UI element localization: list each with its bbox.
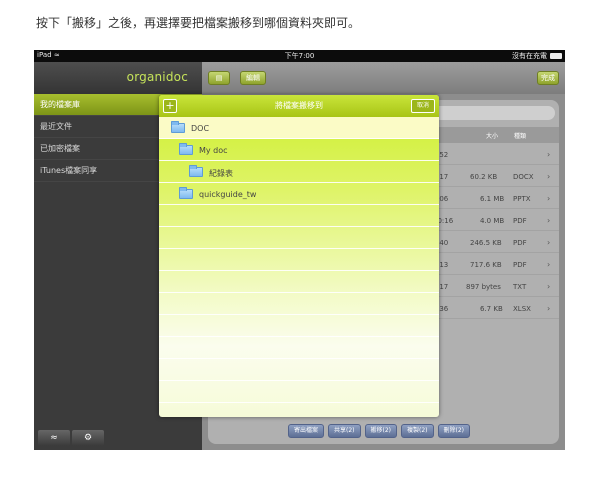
row-type: XLSX [513, 305, 531, 313]
column-type: 種類 [514, 133, 527, 140]
row-size: 6.7 KB [480, 305, 503, 313]
empty-row [159, 271, 439, 293]
main-toolbar: ▤ 編輯 完成 [202, 62, 565, 94]
copy-button[interactable]: 複製(2) [401, 424, 434, 438]
done-button[interactable]: 完成 [537, 71, 559, 85]
empty-row [159, 205, 439, 227]
empty-row [159, 381, 439, 403]
charging-status: 沒有在充電 [512, 52, 547, 60]
column-size: 大小 [486, 133, 499, 140]
view-toggle-button[interactable]: ▤ [208, 71, 230, 85]
row-size: 6.1 MB [480, 195, 505, 203]
row-type: TXT [513, 283, 527, 291]
sidebar-header: organidoc [34, 62, 202, 94]
row-type: PDF [513, 239, 527, 247]
move-button[interactable]: 搬移(2) [364, 424, 398, 438]
dialog-header: + 將檔案搬移到 取消 [159, 95, 439, 117]
folder-icon [171, 121, 185, 133]
row-size: 717.6 KB [470, 261, 502, 269]
battery-icon [550, 53, 562, 59]
folder-item-records[interactable]: 紀錄表 [159, 161, 439, 183]
folder-icon [179, 187, 193, 199]
folder-name: My doc [199, 146, 228, 155]
empty-row [159, 337, 439, 359]
wifi-icon: ≈ [50, 433, 58, 443]
folder-item-my-doc[interactable]: My doc [159, 139, 439, 161]
row-type: PPTX [513, 195, 531, 203]
share-button[interactable]: 共享(2) [328, 424, 361, 438]
folder-name: 紀錄表 [209, 169, 233, 178]
empty-row [159, 293, 439, 315]
wifi-button[interactable]: ≈ [38, 430, 70, 446]
empty-row [159, 359, 439, 381]
gear-icon: ⚙ [83, 433, 93, 443]
row-type: PDF [513, 217, 527, 225]
ipad-screen: iPad ≈ 下午7:00 沒有在充電 organidoc 我的檔案庫 最近文件… [34, 50, 565, 450]
folder-icon [189, 165, 203, 177]
folder-name: quickguide_tw [199, 190, 257, 199]
move-to-folder-dialog: + 將檔案搬移到 取消 DOC My doc 紀錄表 quickguide_tw [159, 95, 439, 417]
chevron-right-icon: › [547, 172, 551, 181]
chevron-right-icon: › [547, 260, 551, 269]
dialog-title: 將檔案搬移到 [275, 101, 323, 110]
instruction-text: 按下「搬移」之後，再選擇要把檔案搬移到哪個資料夾即可。 [36, 16, 361, 30]
chevron-right-icon: › [547, 282, 551, 291]
row-size: 246.5 KB [470, 239, 502, 247]
chevron-right-icon: › [547, 150, 551, 159]
row-size: 60.2 KB [470, 173, 498, 181]
chevron-right-icon: › [547, 304, 551, 313]
empty-row [159, 249, 439, 271]
send-files-button[interactable]: 寄出檔案 [288, 424, 325, 438]
folder-icon [179, 143, 193, 155]
folder-item-quickguide[interactable]: quickguide_tw [159, 183, 439, 205]
row-type: DOCX [513, 173, 534, 181]
folder-item-doc[interactable]: DOC [159, 117, 439, 139]
chevron-right-icon: › [547, 194, 551, 203]
empty-row [159, 227, 439, 249]
app-logo: organidoc [126, 70, 188, 84]
settings-button[interactable]: ⚙ [72, 430, 104, 446]
delete-button[interactable]: 刪除(2) [437, 424, 471, 438]
empty-row [159, 315, 439, 337]
chevron-right-icon: › [547, 216, 551, 225]
chevron-right-icon: › [547, 238, 551, 247]
status-time: 下午7:00 [284, 52, 315, 60]
row-type: PDF [513, 261, 527, 269]
row-size: 4.0 MB [480, 217, 505, 225]
status-bar: iPad ≈ 下午7:00 沒有在充電 [34, 50, 565, 62]
folder-name: DOC [191, 124, 210, 133]
row-size: 897 bytes [466, 283, 501, 291]
edit-button[interactable]: 編輯 [240, 71, 266, 85]
bottom-action-bar: 寄出檔案 共享(2) 搬移(2) 複製(2) 刪除(2) [288, 424, 471, 438]
cancel-button[interactable]: 取消 [411, 99, 435, 113]
sidebar-bottom-bar: ≈ ⚙ [38, 430, 104, 446]
